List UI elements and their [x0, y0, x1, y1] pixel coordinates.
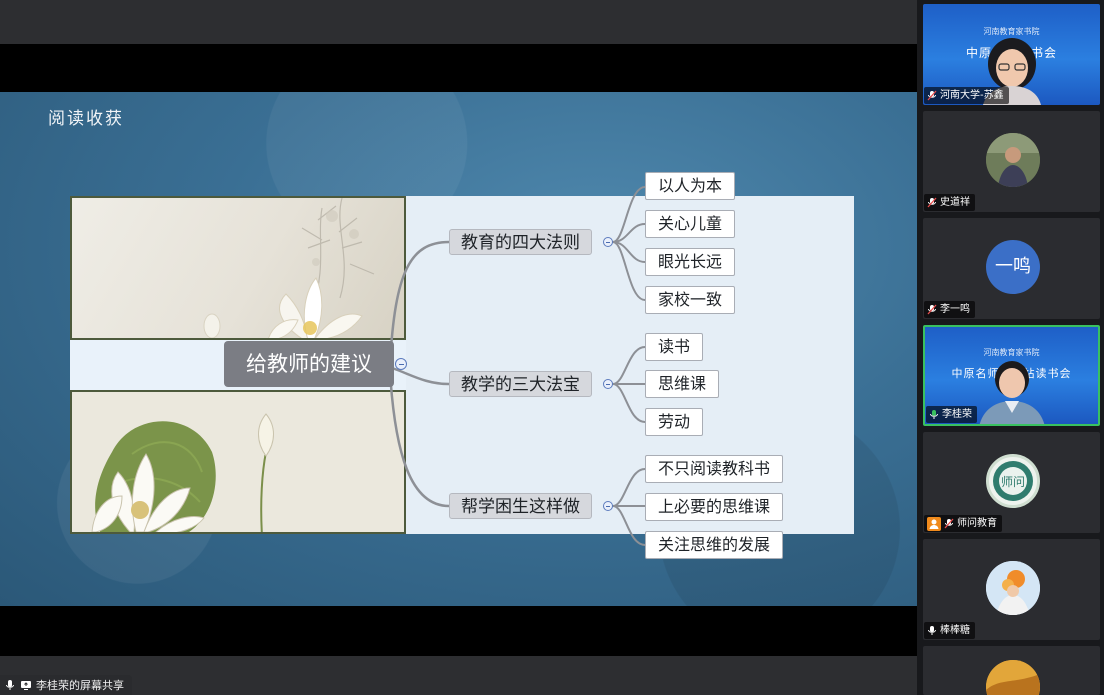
leaf-node[interactable]: 关注思维的发展 [645, 531, 784, 559]
avatar [986, 133, 1040, 187]
screen-share-indicator[interactable]: 李桂荣的屏幕共享 [0, 675, 132, 695]
microphone-icon [6, 680, 14, 690]
leaf-node[interactable]: 思维课 [645, 370, 720, 398]
letterbox-bottom [0, 606, 917, 656]
branch-node-education-rules[interactable]: 教育的四大法则 [449, 229, 592, 255]
avatar [986, 660, 1040, 695]
participant-panel: 河南教育家书院 中原名师读书会 河南大学-苏鑫 史道祥 [917, 0, 1104, 695]
collapse-icon[interactable] [603, 237, 613, 247]
collapse-icon[interactable] [603, 379, 613, 389]
avatar [986, 561, 1040, 615]
presentation-slide: 阅读收获 给教师的建议 教育的四大法则 以人为本 关心儿童 眼光长远 家校一致 … [0, 92, 917, 606]
host-user-icon [927, 516, 941, 531]
screen-bottom-bar [0, 656, 917, 695]
leaf-node[interactable]: 关心儿童 [645, 210, 736, 238]
participant-tile[interactable]: 一鸣 李一鸣 [923, 218, 1100, 319]
participant-tile[interactable]: 师问 师问教育 [923, 432, 1100, 533]
participant-name-tag: 史道祥 [924, 194, 975, 211]
microphone-muted-icon [927, 304, 937, 315]
leaf-node[interactable]: 上必要的思维课 [645, 493, 784, 521]
participant-name: 李桂荣 [942, 409, 972, 420]
participant-name-tag: 棒棒糖 [924, 622, 975, 639]
microphone-muted-icon [927, 90, 937, 101]
participant-name-tag: 河南大学-苏鑫 [924, 87, 1009, 104]
participant-name-tag: 师问教育 [924, 515, 1002, 532]
letterbox-top [0, 44, 917, 92]
leaf-node[interactable]: 不只阅读教科书 [645, 455, 784, 483]
participant-name: 师问教育 [957, 518, 997, 529]
leaf-node[interactable]: 劳动 [645, 408, 704, 436]
participant-video [979, 361, 1045, 424]
avatar-initials: 一鸣 [986, 240, 1040, 294]
branch-node-teaching-treasures[interactable]: 教学的三大法宝 [449, 371, 592, 397]
participant-name: 河南大学-苏鑫 [940, 90, 1004, 101]
participant-name-tag: 李一鸣 [924, 301, 975, 318]
screen-share-icon [21, 681, 31, 690]
leaf-node[interactable]: 以人为本 [645, 172, 736, 200]
shared-screen: 阅读收获 给教师的建议 教育的四大法则 以人为本 关心儿童 眼光长远 家校一致 … [0, 0, 917, 695]
participant-tile[interactable]: 史道祥 [923, 111, 1100, 212]
participant-tile-active-speaker[interactable]: 河南教育家书院 中原名师工作站读书会 李桂荣 [923, 325, 1100, 426]
branch-node-struggling-students[interactable]: 帮学困生这样做 [449, 493, 592, 519]
collapse-icon[interactable] [603, 501, 613, 511]
microphone-active-icon [930, 410, 938, 419]
leaf-node[interactable]: 家校一致 [645, 286, 736, 314]
participant-tile[interactable] [923, 646, 1100, 695]
screen-top-bar [0, 0, 917, 44]
participant-name: 史道祥 [940, 197, 970, 208]
mindmap-connectors [388, 186, 646, 546]
participant-name-tag: 李桂荣 [926, 406, 977, 423]
leaf-node[interactable]: 读书 [645, 333, 704, 361]
logo-text: 师问 [1001, 475, 1025, 489]
mindmap-center-node[interactable]: 给教师的建议 [224, 341, 394, 387]
microphone-muted-icon [927, 197, 937, 208]
participant-tile[interactable]: 棒棒糖 [923, 539, 1100, 640]
organization-logo: 师问 [986, 454, 1040, 508]
leaf-node[interactable]: 眼光长远 [645, 248, 736, 276]
microphone-muted-icon [944, 518, 954, 529]
participant-name: 棒棒糖 [940, 625, 970, 636]
participant-name: 李一鸣 [940, 304, 970, 315]
microphone-icon [928, 626, 936, 635]
share-label: 李桂荣的屏幕共享 [36, 679, 124, 692]
collapse-icon[interactable] [395, 358, 407, 370]
participant-tile[interactable]: 河南教育家书院 中原名师读书会 河南大学-苏鑫 [923, 4, 1100, 105]
